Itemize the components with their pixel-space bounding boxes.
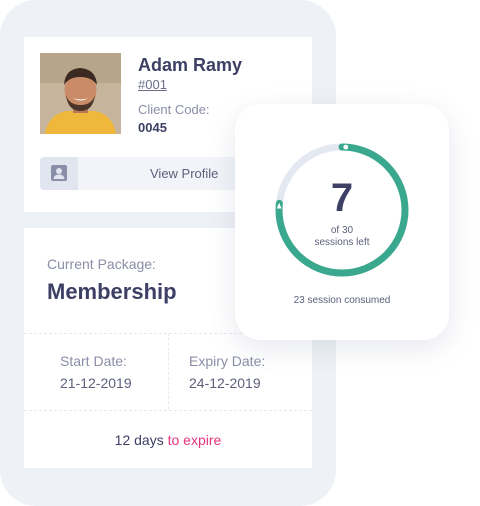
package-name: Membership	[47, 279, 177, 304]
expiry-date-label: Expiry Date:	[189, 353, 266, 369]
client-id-link[interactable]: #001	[138, 77, 167, 92]
divider	[168, 333, 169, 409]
sessions-left-count: 7	[330, 176, 354, 220]
progress-end-dot	[343, 144, 349, 150]
client-code-label: Client Code:	[138, 102, 210, 117]
contact-card-icon	[40, 157, 78, 190]
days-left: 12 days	[114, 432, 164, 448]
divider	[24, 410, 312, 411]
package-label: Current Package:	[47, 256, 156, 272]
view-profile-label: View Profile	[150, 166, 219, 181]
expire-text: to expire	[167, 432, 222, 448]
start-date-value: 21-12-2019	[60, 375, 132, 391]
expiry-notice: 12 days to expire	[24, 432, 312, 448]
avatar	[40, 53, 121, 134]
sessions-total: of 30	[330, 225, 354, 236]
start-date-label: Start Date:	[60, 353, 127, 369]
expiry-date-value: 24-12-2019	[189, 375, 261, 391]
client-name: Adam Ramy	[138, 55, 243, 75]
sessions-left-label: sessions left	[314, 237, 370, 248]
client-code-value: 0045	[138, 120, 167, 135]
sessions-consumed: 23 session consumed	[293, 295, 391, 306]
sessions-card: 7 of 30 sessions left 23 session consume…	[235, 104, 449, 340]
